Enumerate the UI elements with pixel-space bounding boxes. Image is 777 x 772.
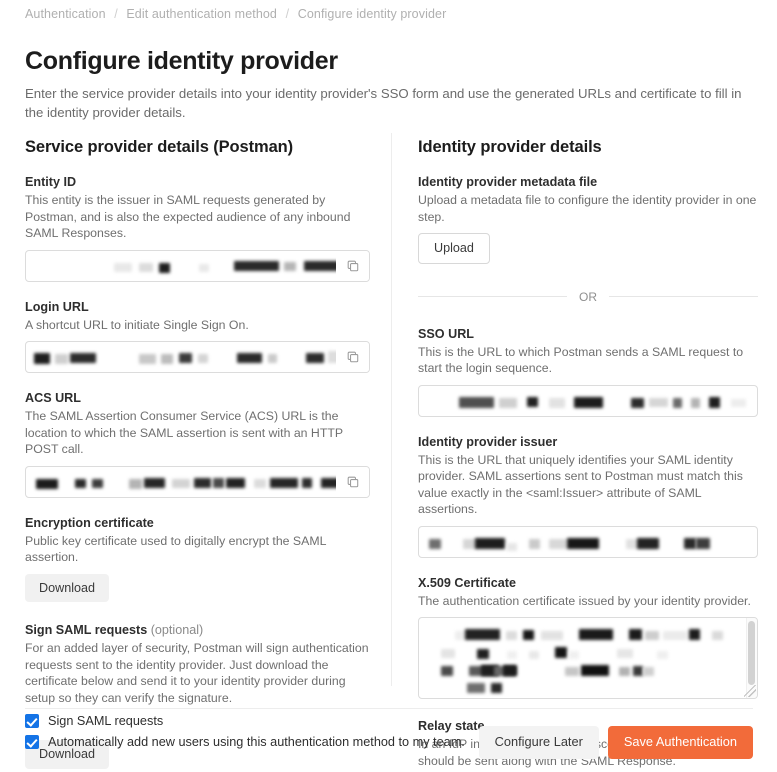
breadcrumb: Authentication / Edit authentication met… — [25, 7, 446, 21]
issuer-description: This is the URL that uniquely identifies… — [418, 452, 743, 517]
x509-scrollbar-thumb[interactable] — [748, 621, 755, 686]
breadcrumb-item-configure-identity-provider: Configure identity provider — [297, 7, 447, 21]
entity-id-label: Entity ID — [25, 175, 77, 189]
service-provider-title: Service provider details (Postman) — [25, 138, 294, 156]
save-authentication-button[interactable]: Save Authentication — [607, 726, 753, 759]
footer-actions: Configure Later Save Authentication — [478, 726, 753, 759]
acs-url-input[interactable] — [25, 465, 370, 498]
copy-icon[interactable] — [336, 342, 369, 372]
x509-certificate-label: X.509 Certificate — [418, 575, 517, 590]
copy-icon[interactable] — [336, 250, 369, 281]
field-x509-certificate: X.509 Certificate The authentication cer… — [418, 575, 758, 700]
auto-add-users-checkbox[interactable] — [25, 735, 39, 750]
or-divider-line-left — [418, 296, 567, 298]
column-divider — [391, 133, 392, 686]
x509-certificate-value-redacted — [419, 618, 757, 698]
acs-url-value-redacted — [26, 467, 369, 497]
x509-certificate-textarea[interactable] — [418, 617, 758, 700]
encryption-certificate-label: Encryption certificate — [25, 515, 154, 530]
field-metadata-file: Identity provider metadata file Upload a… — [418, 174, 758, 264]
resize-handle-icon[interactable] — [744, 685, 756, 698]
breadcrumb-separator: / — [114, 7, 118, 21]
breadcrumb-item-authentication[interactable]: Authentication — [25, 7, 106, 21]
issuer-label: Identity provider issuer — [418, 434, 558, 449]
page-subtitle: Enter the service provider details into … — [25, 86, 742, 120]
sso-url-value-redacted — [419, 386, 757, 416]
login-url-description: A shortcut URL to initiate Single Sign O… — [25, 317, 249, 332]
auto-add-users-row[interactable]: Automatically add new users using this a… — [25, 735, 465, 750]
identity-provider-title: Identity provider details — [418, 138, 602, 156]
identity-provider-column: Identity provider details Identity provi… — [418, 138, 758, 772]
encryption-certificate-description: Public key certificate used to digitally… — [25, 533, 326, 565]
service-provider-column: Service provider details (Postman) Entit… — [25, 138, 370, 772]
optional-tag: (optional) — [150, 623, 204, 638]
configure-later-button[interactable]: Configure Later — [478, 726, 599, 759]
field-login-url: Login URL A shortcut URL to initiate Sin… — [25, 299, 370, 373]
breadcrumb-separator: / — [285, 7, 290, 21]
or-divider-label: OR — [579, 289, 597, 304]
issuer-input[interactable] — [418, 525, 758, 558]
sso-url-input[interactable] — [418, 384, 758, 417]
sign-saml-requests-description: For an added layer of security, Postman … — [25, 641, 369, 705]
acs-url-description: The SAML Assertion Consumer Service (ACS… — [25, 409, 343, 456]
sso-url-label: SSO URL — [418, 326, 474, 341]
auto-add-users-label: Automatically add new users using this a… — [48, 735, 465, 750]
upload-metadata-button[interactable]: Upload — [418, 233, 490, 264]
login-url-value-redacted — [26, 342, 369, 372]
field-entity-id: Entity ID This entity is the issuer in S… — [25, 174, 370, 282]
login-url-input[interactable] — [25, 341, 370, 373]
entity-id-value-redacted — [26, 251, 369, 281]
download-encryption-certificate-button[interactable]: Download — [25, 573, 110, 603]
sso-url-description: This is the URL to which Postman sends a… — [418, 344, 744, 376]
field-acs-url: ACS URL The SAML Assertion Consumer Serv… — [25, 390, 370, 498]
copy-icon[interactable] — [336, 466, 369, 497]
or-divider-line-right — [609, 296, 758, 298]
metadata-file-description: Upload a metadata file to configure the … — [418, 193, 757, 224]
breadcrumb-item-edit-authentication-method[interactable]: Edit authentication method — [126, 7, 277, 21]
footer: Automatically add new users using this a… — [25, 726, 753, 759]
login-url-label: Login URL — [25, 299, 89, 314]
x509-certificate-description: The authentication certificate issued by… — [418, 593, 751, 608]
issuer-value-redacted — [419, 527, 757, 557]
footer-divider — [25, 708, 753, 709]
metadata-file-label: Identity provider metadata file — [418, 175, 598, 189]
field-identity-provider-issuer: Identity provider issuer This is the URL… — [418, 434, 758, 558]
entity-id-description: This entity is the issuer in SAML reques… — [25, 193, 351, 240]
acs-url-label: ACS URL — [25, 391, 81, 405]
entity-id-input[interactable] — [25, 249, 370, 282]
page-title: Configure identity provider — [25, 47, 338, 75]
or-divider: OR — [418, 290, 758, 304]
field-sso-url: SSO URL This is the URL to which Postman… — [418, 326, 758, 417]
configure-identity-provider-page: Authentication / Edit authentication met… — [0, 0, 777, 772]
sign-saml-requests-label: Sign SAML requests (optional) — [25, 622, 370, 638]
sign-saml-requests-label-text: Sign SAML requests — [25, 623, 148, 638]
field-encryption-certificate: Encryption certificate Public key certif… — [25, 515, 370, 603]
